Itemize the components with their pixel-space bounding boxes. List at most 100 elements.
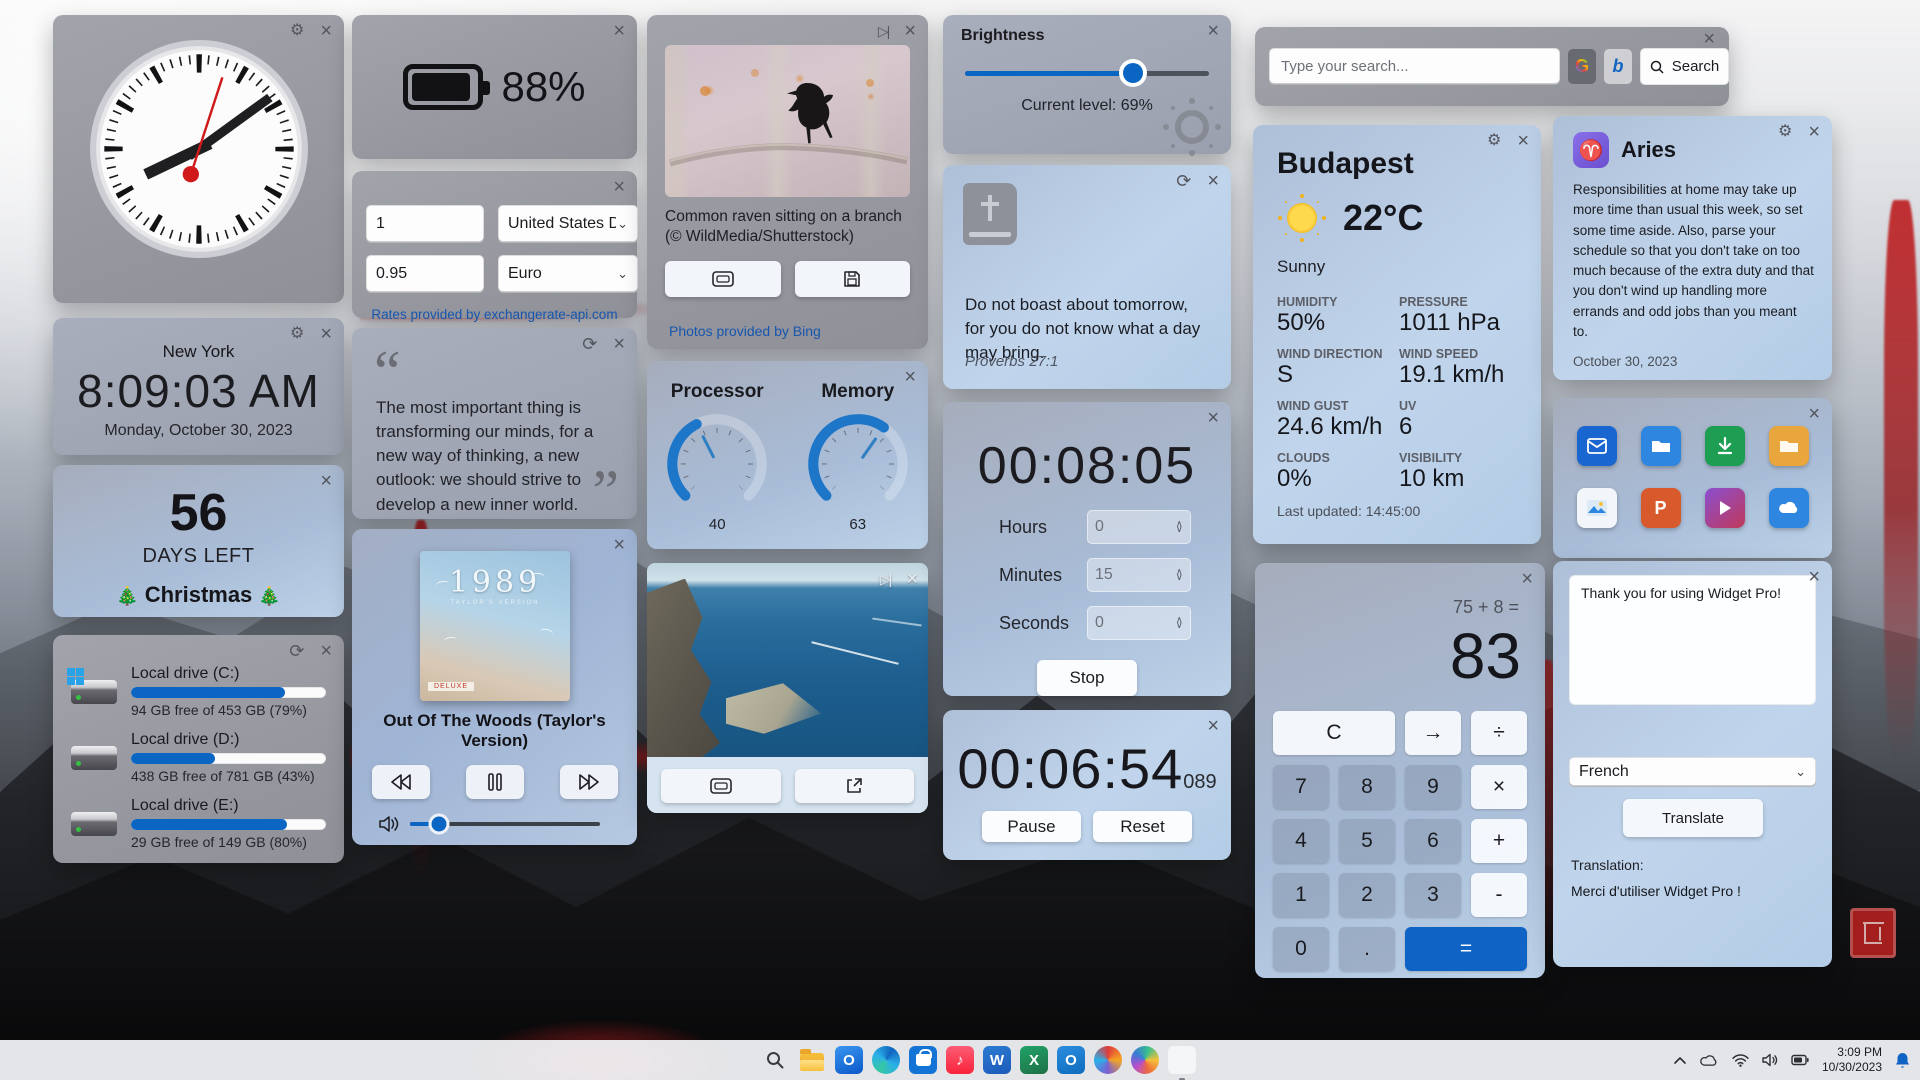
calc-key-5[interactable]: 5 (1339, 819, 1395, 863)
close-icon[interactable]: × (1703, 29, 1715, 49)
close-icon[interactable]: × (320, 471, 332, 491)
calc-key-7[interactable]: 7 (1273, 765, 1329, 809)
set-wallpaper-button[interactable] (665, 261, 781, 297)
close-icon[interactable]: × (613, 535, 625, 555)
exchange-rates-link[interactable]: Rates provided by exchangerate-api.com (352, 307, 637, 322)
close-icon[interactable]: × (906, 569, 918, 589)
downloads-app-icon[interactable] (1705, 426, 1745, 466)
calc-key-minus[interactable]: - (1471, 873, 1527, 917)
excel-icon[interactable]: X (1020, 1046, 1048, 1074)
calc-key-plus[interactable]: + (1471, 819, 1527, 863)
translator-input[interactable]: Thank you for using Widget Pro! (1569, 575, 1816, 705)
pause-button[interactable] (466, 765, 524, 799)
file-explorer-icon[interactable] (798, 1046, 826, 1074)
refresh-icon[interactable]: ⟳ (1176, 172, 1191, 190)
timer-stop-button[interactable]: Stop (1037, 660, 1137, 696)
bing-attribution-link[interactable]: Photos provided by Bing (669, 323, 821, 339)
next-photo-icon[interactable]: ▷| (878, 24, 888, 38)
set-wallpaper-button[interactable] (661, 769, 781, 803)
close-icon[interactable]: × (1521, 569, 1533, 589)
close-icon[interactable]: × (613, 334, 625, 354)
documents-folder-icon[interactable] (1769, 426, 1809, 466)
close-icon[interactable]: × (1207, 716, 1219, 736)
translator-language-select[interactable]: French⌄ (1569, 757, 1816, 787)
mail-app-icon[interactable] (1577, 426, 1617, 466)
word-icon[interactable]: W (983, 1046, 1011, 1074)
gear-icon[interactable]: ⚙ (1487, 133, 1501, 149)
translate-button[interactable]: Translate (1623, 799, 1763, 837)
timer-hours-stepper[interactable]: 0∧∨ (1087, 510, 1191, 544)
stepper-chevrons-icon[interactable]: ∧∨ (1176, 618, 1183, 629)
photos-app-icon[interactable] (1577, 488, 1617, 528)
stopwatch-pause-button[interactable]: Pause (982, 811, 1081, 842)
calc-key-clear[interactable]: C (1273, 711, 1395, 755)
volume-thumb[interactable] (431, 817, 446, 832)
calc-key-multiply[interactable]: × (1471, 765, 1527, 809)
close-icon[interactable]: × (1207, 408, 1219, 428)
microsoft-store-icon[interactable] (909, 1046, 937, 1074)
next-photo-icon[interactable]: ▷| (880, 572, 890, 586)
wifi-icon[interactable] (1732, 1054, 1749, 1067)
save-photo-button[interactable] (795, 261, 911, 297)
colorful-swirl-app-icon[interactable] (1094, 1046, 1122, 1074)
tray-chevron-icon[interactable] (1674, 1056, 1686, 1064)
calc-key-4[interactable]: 4 (1273, 819, 1329, 863)
timer-seconds-stepper[interactable]: 0∧∨ (1087, 606, 1191, 640)
timer-minutes-stepper[interactable]: 15∧∨ (1087, 558, 1191, 592)
stopwatch-reset-button[interactable]: Reset (1093, 811, 1192, 842)
calc-key-6[interactable]: 6 (1405, 819, 1461, 863)
currency-to-select[interactable]: Euro⌄ (498, 255, 638, 293)
calc-key-backspace[interactable]: → (1405, 711, 1461, 755)
close-icon[interactable]: × (1808, 567, 1820, 587)
onedrive-app-icon[interactable] (1769, 488, 1809, 528)
powerpoint-app-icon[interactable]: P (1641, 488, 1681, 528)
refresh-icon[interactable]: ⟳ (582, 335, 597, 353)
outlook-icon[interactable]: O (1057, 1046, 1085, 1074)
previous-track-button[interactable] (372, 765, 430, 799)
close-icon[interactable]: × (1207, 21, 1219, 41)
calc-key-0[interactable]: 0 (1273, 927, 1329, 971)
close-icon[interactable]: × (613, 177, 625, 197)
photos-icon[interactable] (1131, 1046, 1159, 1074)
close-icon[interactable]: × (1517, 131, 1529, 151)
search-input[interactable] (1269, 48, 1560, 85)
media-player-app-icon[interactable] (1705, 488, 1745, 528)
outlook-new-icon[interactable]: O (835, 1046, 863, 1074)
battery-tray-icon[interactable] (1791, 1054, 1809, 1066)
calc-key-equals[interactable]: = (1405, 927, 1527, 971)
taskbar-search-icon[interactable] (761, 1046, 789, 1074)
close-icon[interactable]: × (1808, 404, 1820, 424)
stepper-chevrons-icon[interactable]: ∧∨ (1176, 570, 1183, 581)
edge-icon[interactable] (872, 1046, 900, 1074)
calc-key-divide[interactable]: ÷ (1471, 711, 1527, 755)
tray-clock[interactable]: 3:09 PM 10/30/2023 (1822, 1045, 1882, 1075)
close-icon[interactable]: × (320, 641, 332, 661)
brightness-thumb[interactable] (1123, 63, 1143, 83)
open-photo-button[interactable] (795, 769, 915, 803)
close-icon[interactable]: × (904, 367, 916, 387)
apple-music-icon[interactable]: ♪ (946, 1046, 974, 1074)
calc-key-decimal[interactable]: . (1339, 927, 1395, 971)
currency-converted-input[interactable]: 0.95 (366, 255, 484, 293)
notification-bell-icon[interactable] (1895, 1052, 1910, 1069)
currency-amount-input[interactable]: 1 (366, 205, 484, 243)
calc-key-3[interactable]: 3 (1405, 873, 1461, 917)
close-icon[interactable]: × (904, 21, 916, 41)
calc-key-8[interactable]: 8 (1339, 765, 1395, 809)
gear-icon[interactable]: ⚙ (1778, 124, 1792, 140)
close-icon[interactable]: × (1808, 122, 1820, 142)
volume-slider[interactable] (410, 822, 600, 826)
google-engine-button[interactable]: G (1568, 49, 1596, 84)
volume-icon[interactable] (1762, 1053, 1778, 1067)
calc-key-9[interactable]: 9 (1405, 765, 1461, 809)
calc-key-1[interactable]: 1 (1273, 873, 1329, 917)
gear-icon[interactable]: ⚙ (290, 23, 304, 39)
close-icon[interactable]: × (1207, 171, 1219, 191)
next-track-button[interactable] (560, 765, 618, 799)
onedrive-tray-icon[interactable] (1699, 1054, 1719, 1067)
close-icon[interactable]: × (613, 21, 625, 41)
widget-pro-icon[interactable] (1168, 1046, 1196, 1074)
close-icon[interactable]: × (320, 324, 332, 344)
calc-key-2[interactable]: 2 (1339, 873, 1395, 917)
start-button[interactable] (724, 1046, 752, 1074)
